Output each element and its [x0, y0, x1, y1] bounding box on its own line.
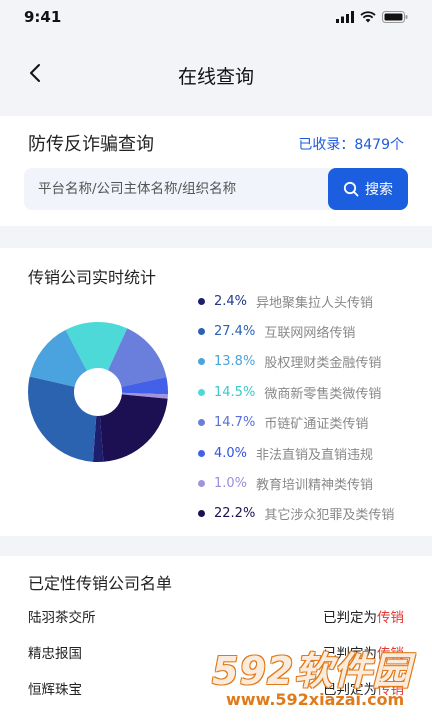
list-title: 已定性传销公司名单 [28, 574, 173, 593]
legend-label: 教育培训精神类传销 [256, 478, 374, 494]
legend-item: 4.0% 非法直销及直销违规 [198, 438, 418, 468]
nav-bar: 在线查询 [0, 36, 432, 114]
signal-icon [336, 11, 354, 23]
legend-percent: 14.7% [214, 415, 256, 431]
legend-item: 27.4% 互联网网络传销 [198, 316, 418, 346]
search-icon [343, 181, 359, 197]
legend-percent: 4.0% [214, 445, 248, 461]
page-title: 在线查询 [177, 66, 254, 88]
watermark-brand: 592软件园 [212, 649, 412, 693]
legend-item: 13.8% 股权理财类金融传销 [198, 347, 418, 377]
legend-percent: 22.2% [214, 506, 256, 522]
legend-label: 其它涉众犯罪及类传销 [264, 508, 395, 524]
verdict: 已判定为传销 [323, 606, 404, 626]
legend-dot [198, 449, 205, 457]
legend-label: 股权理财类金融传销 [264, 356, 382, 372]
legend-dot [198, 328, 205, 336]
legend-percent: 2.4% [214, 293, 248, 309]
wifi-icon [360, 11, 376, 23]
search-input[interactable] [24, 168, 340, 210]
battery-icon [382, 11, 408, 23]
legend-percent: 13.8% [214, 354, 256, 370]
record-count-link[interactable]: 已收录：8479个 [298, 134, 404, 154]
donut-chart [28, 322, 168, 462]
legend-label: 微商新零售类微传销 [264, 386, 382, 402]
company-name: 陆羽茶交所 [28, 610, 96, 626]
company-name: 恒辉珠宝 [28, 682, 82, 698]
legend-dot [198, 419, 205, 427]
legend-percent: 1.0% [214, 476, 248, 492]
legend-dot [198, 297, 205, 305]
legend-dot [198, 358, 205, 366]
search-button-label: 搜索 [365, 182, 393, 198]
legend-dot [198, 388, 205, 396]
legend-dot [198, 480, 205, 488]
status-bar: 9:41 [0, 0, 432, 36]
query-card: 防传反诈骗查询 已收录：8479个 搜索 [0, 116, 432, 226]
query-title: 防传反诈骗查询 [28, 134, 154, 155]
chart-legend: 2.4% 异地聚集拉人头传销 27.4% 互联网网络传销 13.8% 股权理财类金融传销 1… [198, 286, 418, 529]
status-icons [336, 11, 408, 23]
legend-label: 币链矿通证类传销 [264, 417, 369, 433]
legend-label: 非法直销及直销违规 [256, 447, 374, 463]
verdict-prefix: 已判定为 [323, 610, 377, 626]
legend-percent: 14.5% [214, 384, 256, 400]
legend-item: 22.2% 其它涉众犯罪及类传销 [198, 499, 418, 529]
watermark: 592软件园 www.592xiazai.com [212, 640, 422, 716]
legend-item: 2.4% 异地聚集拉人头传销 [198, 286, 418, 316]
legend-item: 14.7% 币链矿通证类传销 [198, 408, 418, 438]
company-name: 精忠报国 [28, 646, 82, 662]
list-item[interactable]: 陆羽茶交所 已判定为传销 [28, 606, 404, 630]
legend-label: 异地聚集拉人头传销 [256, 295, 374, 311]
verdict-tag: 传销 [377, 610, 404, 626]
stats-title: 传销公司实时统计 [28, 268, 157, 287]
legend-dot [198, 510, 205, 518]
stats-card: 传销公司实时统计 2.4% 异地聚集拉人头传销 27.4% 互联网网络传销 13.8% 股… [0, 248, 432, 536]
legend-percent: 27.4% [214, 324, 256, 340]
donut-slice [99, 394, 168, 462]
search-button[interactable]: 搜索 [328, 168, 408, 210]
legend-item: 1.0% 教育培训精神类传销 [198, 468, 418, 498]
watermark-url: www.592xiazai.com [226, 690, 405, 709]
search-box: 搜索 [24, 168, 408, 210]
donut-slice [28, 376, 97, 462]
legend-label: 互联网网络传销 [264, 326, 356, 342]
status-time: 9:41 [24, 8, 62, 26]
legend-item: 14.5% 微商新零售类微传销 [198, 377, 418, 407]
